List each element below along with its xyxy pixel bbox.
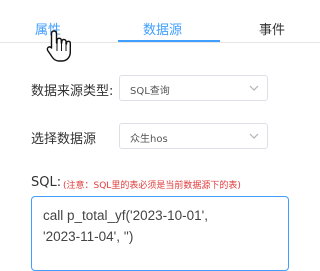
datasource-value: 众生hos bbox=[130, 134, 168, 145]
source-type-value: SQL查询 bbox=[130, 86, 170, 97]
sql-warning-note: (注意：SQL里的表必须是当前数据源下的表) bbox=[63, 181, 241, 191]
tab-properties[interactable]: 属性 bbox=[35, 19, 61, 38]
tab-data-source[interactable]: 数据源 bbox=[143, 19, 182, 38]
sql-textarea[interactable]: call p_total_yf('2023-10-01', '2023-11-0… bbox=[31, 196, 289, 271]
source-type-select[interactable]: SQL查询 bbox=[119, 75, 268, 101]
source-type-label: 数据来源类型: bbox=[31, 84, 114, 99]
sql-text: call p_total_yf('2023-10-01', '2023-11-0… bbox=[43, 208, 209, 244]
sql-label: SQL: bbox=[31, 175, 62, 190]
datasource-label: 选择数据源 bbox=[31, 132, 97, 147]
chevron-down-icon bbox=[249, 85, 259, 91]
tab-bar: 属性 数据源 事件 bbox=[0, 0, 320, 44]
datasource-select[interactable]: 众生hos bbox=[119, 123, 268, 149]
tab-bar-divider bbox=[0, 42, 320, 43]
tab-events[interactable]: 事件 bbox=[259, 19, 285, 38]
chevron-down-icon bbox=[249, 133, 259, 139]
